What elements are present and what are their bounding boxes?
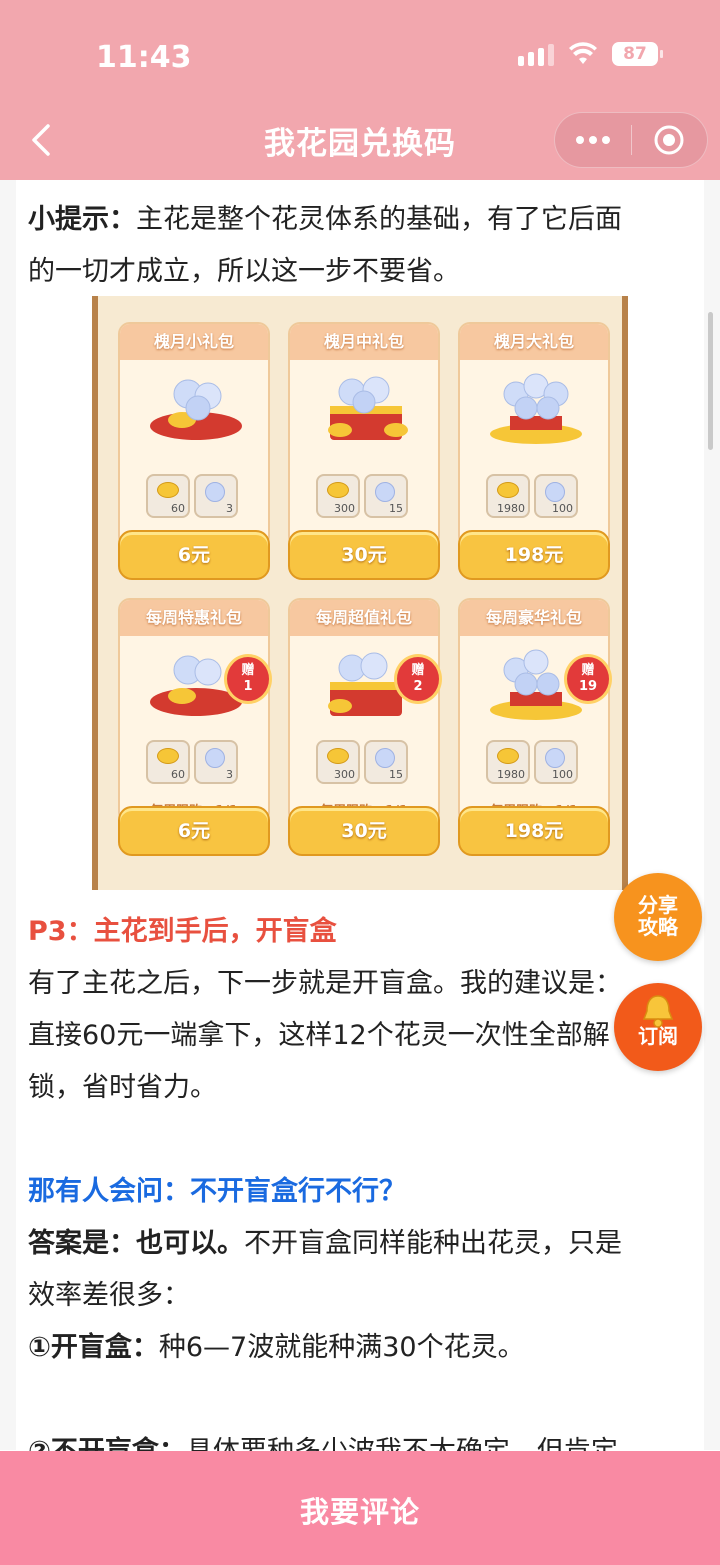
- pack-items: 300 15: [316, 474, 408, 518]
- comment-button[interactable]: 我要评论: [300, 1489, 420, 1531]
- signal-icon: [518, 42, 554, 66]
- pack-card: 每周特惠礼包 赠1 60 3 每周限购：1/1: [118, 598, 272, 824]
- orb-item: 15: [364, 474, 408, 518]
- pack-title: 每周特惠礼包: [120, 600, 268, 636]
- pack-card: 槐月小礼包 60 3: [118, 322, 270, 548]
- tip-label: 小提示：: [28, 204, 136, 235]
- pack-title: 槐月小礼包: [120, 324, 268, 360]
- question-text: 那有人会问：不开盲盒行不行？: [28, 1176, 406, 1207]
- pack-items: 300 15: [316, 740, 408, 784]
- subscribe-button[interactable]: 订阅: [614, 983, 702, 1071]
- p1-line-3: 锁，省时省力。: [28, 1072, 217, 1103]
- pack-card: 每周豪华礼包 赠19 1980 100 每周限购：1/1: [458, 598, 612, 824]
- p1-line-2: 直接60元一端拿下，这样12个花灵一次性全部解: [28, 1020, 610, 1051]
- share-label-2: 攻略: [638, 915, 678, 939]
- answer-line-2: 效率差很多：: [28, 1280, 190, 1311]
- question: 那有人会问：不开盲盒行不行？: [28, 1166, 688, 1218]
- share-guide-button[interactable]: 分享 攻略: [614, 873, 702, 961]
- status-icons: 87: [518, 42, 663, 66]
- pack-items: 60 3: [146, 474, 238, 518]
- item1-text: 种6—7波就能种满30个花灵。: [158, 1332, 525, 1363]
- gift-icon: [490, 373, 582, 444]
- buy-button[interactable]: 6元: [118, 806, 270, 856]
- orb-item: 100: [534, 740, 578, 784]
- gold-item: 60: [146, 474, 190, 518]
- gold-item: 60: [146, 740, 190, 784]
- more-icon: [575, 136, 584, 144]
- pack-card: 每周超值礼包 赠2 300 15 每周限购：1/1: [288, 598, 442, 824]
- comment-bar[interactable]: 我要评论: [0, 1451, 720, 1565]
- buy-button[interactable]: 30元: [288, 806, 440, 856]
- gift-pack-image: 槐月小礼包 60 3 槐月中礼包 300 15 槐月大礼包 1980 100 6…: [92, 296, 628, 890]
- share-label-1: 分享: [638, 893, 678, 917]
- orb-item: 3: [194, 740, 238, 784]
- p1-line-1: 有了主花之后，下一步就是开盲盒。我的建议是：: [28, 968, 622, 999]
- pack-card: 槐月大礼包 1980 100: [458, 322, 610, 548]
- gold-item: 300: [316, 740, 360, 784]
- tip-paragraph: 小提示：主花是整个花灵体系的基础，有了它后面 的一切才成立，所以这一步不要省。: [28, 194, 688, 298]
- pack-title: 每周超值礼包: [290, 600, 438, 636]
- answer-rest: 不开盲盒同样能种出花灵，只是: [244, 1228, 622, 1259]
- gold-item: 1980: [486, 474, 530, 518]
- answer-bold: 也可以。: [136, 1228, 244, 1259]
- scrollbar[interactable]: [708, 312, 713, 450]
- bonus-badge: 赠2: [394, 654, 442, 704]
- battery-indicator: 87: [612, 42, 663, 66]
- target-icon: [654, 125, 684, 155]
- gift-icon: [150, 379, 242, 440]
- buy-button[interactable]: 6元: [118, 530, 270, 580]
- buy-button[interactable]: 30元: [288, 530, 440, 580]
- wifi-icon: [569, 42, 597, 64]
- gift-icon: [328, 376, 408, 440]
- close-button[interactable]: [632, 124, 708, 156]
- paragraph-1: 有了主花之后，下一步就是开盲盒。我的建议是： 直接60元一端拿下，这样12个花灵…: [28, 958, 688, 1114]
- status-time: 11:43: [96, 40, 192, 75]
- bell-icon: [642, 995, 674, 1028]
- pack-items: 1980 100: [486, 740, 578, 784]
- tip-text: 主花是整个花灵体系的基础，有了它后面: [136, 204, 622, 235]
- item1-label: ①开盲盒：: [28, 1332, 159, 1363]
- answer-paragraph: 答案是：也可以。不开盲盒同样能种出花灵，只是 效率差很多： ①开盲盒：种6—7波…: [28, 1218, 688, 1374]
- pack-items: 1980 100: [486, 474, 578, 518]
- pack-card: 槐月中礼包 300 15: [288, 322, 440, 548]
- tip-text-2: 的一切才成立，所以这一步不要省。: [28, 256, 460, 287]
- buy-button[interactable]: 198元: [458, 530, 610, 580]
- pack-title: 槐月中礼包: [290, 324, 438, 360]
- more-button[interactable]: [555, 136, 631, 144]
- gold-item: 1980: [486, 740, 530, 784]
- mini-program-capsule: [554, 112, 708, 168]
- section-title: P3：主花到手后，开盲盒: [28, 916, 337, 947]
- pack-title: 每周豪华礼包: [460, 600, 608, 636]
- pack-items: 60 3: [146, 740, 238, 784]
- answer-label: 答案是：: [28, 1228, 136, 1259]
- section-heading: P3：主花到手后，开盲盒: [28, 906, 688, 958]
- buy-button[interactable]: 198元: [458, 806, 610, 856]
- gold-item: 300: [316, 474, 360, 518]
- pack-title: 槐月大礼包: [460, 324, 608, 360]
- bonus-badge: 赠 19: [564, 654, 612, 704]
- orb-item: 15: [364, 740, 408, 784]
- bonus-badge: 赠1: [224, 654, 272, 704]
- orb-item: 3: [194, 474, 238, 518]
- top-bar: 11:43 87 我花园兑换码: [0, 0, 720, 180]
- orb-item: 100: [534, 474, 578, 518]
